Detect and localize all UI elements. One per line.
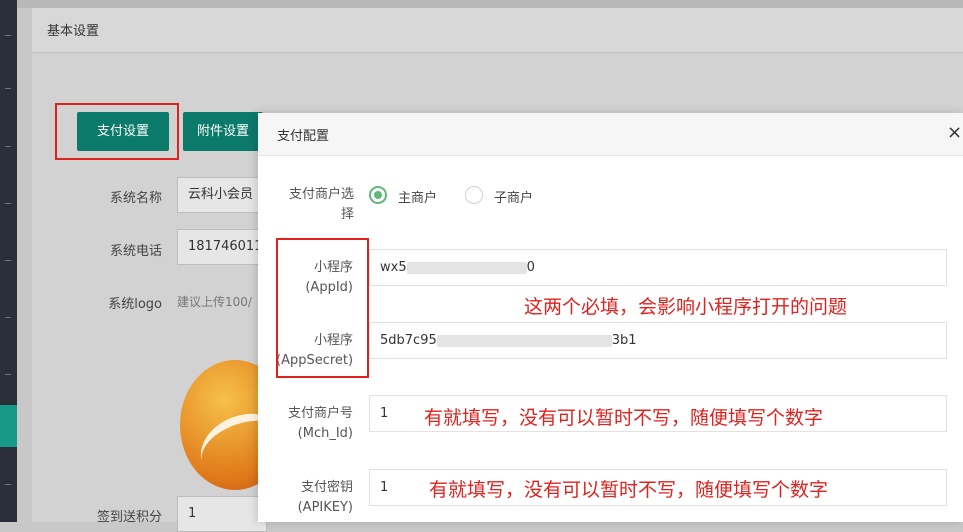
top-strip (17, 0, 963, 8)
tab-attachment-settings[interactable]: 附件设置 (183, 112, 263, 151)
appsecret-input[interactable]: 5db7c95 3b1 (369, 322, 947, 359)
system-phone-label: 系统电话 (109, 244, 162, 259)
nav-active-item[interactable] (0, 405, 17, 447)
optional-note-mchid: 有就填写，没有可以暂时不写，随便填写个数字 (424, 407, 824, 429)
apikey-label: 支付密钥 (APIKEY) (276, 478, 353, 518)
radio-main-merchant-label[interactable]: 主商户 (398, 187, 437, 206)
page-title: 基本设置 (47, 24, 100, 39)
nav-tick[interactable] (5, 88, 11, 89)
nav-tick[interactable] (5, 260, 11, 261)
appid-value-end: 0 (526, 260, 535, 275)
nav-tick[interactable] (5, 374, 11, 375)
optional-note-apikey: 有就填写，没有可以暂时不写，随便填写个数字 (429, 479, 829, 501)
apikey-value: 1 (380, 480, 389, 495)
system-name-label: 系统名称 (109, 191, 162, 206)
nav-tick[interactable] (5, 146, 11, 147)
left-nav-rail (0, 0, 17, 522)
redacted-mask (436, 334, 612, 347)
appid-input[interactable]: wx5 0 (369, 249, 947, 286)
radio-main-merchant[interactable] (369, 186, 387, 204)
settings-header (32, 8, 963, 53)
merchant-type-label: 支付商户选择 (280, 185, 354, 225)
appsecret-value-end: 3b1 (611, 333, 637, 348)
dialog-header: 支付配置 × (258, 113, 963, 156)
apikey-label-line2: (APIKEY) (297, 500, 353, 515)
nav-tick[interactable] (5, 203, 11, 204)
radio-sub-merchant-label[interactable]: 子商户 (494, 187, 533, 206)
nav-tick[interactable] (5, 317, 11, 318)
nav-tick[interactable] (5, 484, 11, 485)
signin-points-label: 签到送积分 (96, 510, 162, 525)
logo-upload-hint: 建议上传100/ (177, 295, 252, 309)
system-logo-label: 系统logo (108, 297, 162, 312)
mchid-label-line1: 支付商户号 (287, 406, 353, 421)
dialog-title: 支付配置 (277, 129, 330, 144)
radio-sub-merchant[interactable] (465, 186, 483, 204)
close-icon[interactable]: × (947, 123, 963, 143)
merchant-type-label-text: 支付商户选择 (288, 187, 354, 222)
redacted-mask (406, 261, 527, 274)
apikey-label-line1: 支付密钥 (300, 480, 353, 495)
required-note: 这两个必填，会影响小程序打开的问题 (524, 296, 848, 318)
annotation-box-app-fields (276, 238, 369, 378)
mchid-value: 1 (380, 406, 389, 421)
mchid-label-line2: (Mch_Id) (297, 426, 353, 441)
appsecret-value-start: 5db7c95 (380, 333, 437, 348)
nav-tick[interactable] (5, 35, 11, 36)
signin-points-input[interactable]: 1 (177, 496, 267, 532)
annotation-box-payment-tab (55, 103, 179, 160)
mchid-label: 支付商户号 (Mch_Id) (276, 404, 353, 444)
appid-value-start: wx5 (380, 260, 407, 275)
